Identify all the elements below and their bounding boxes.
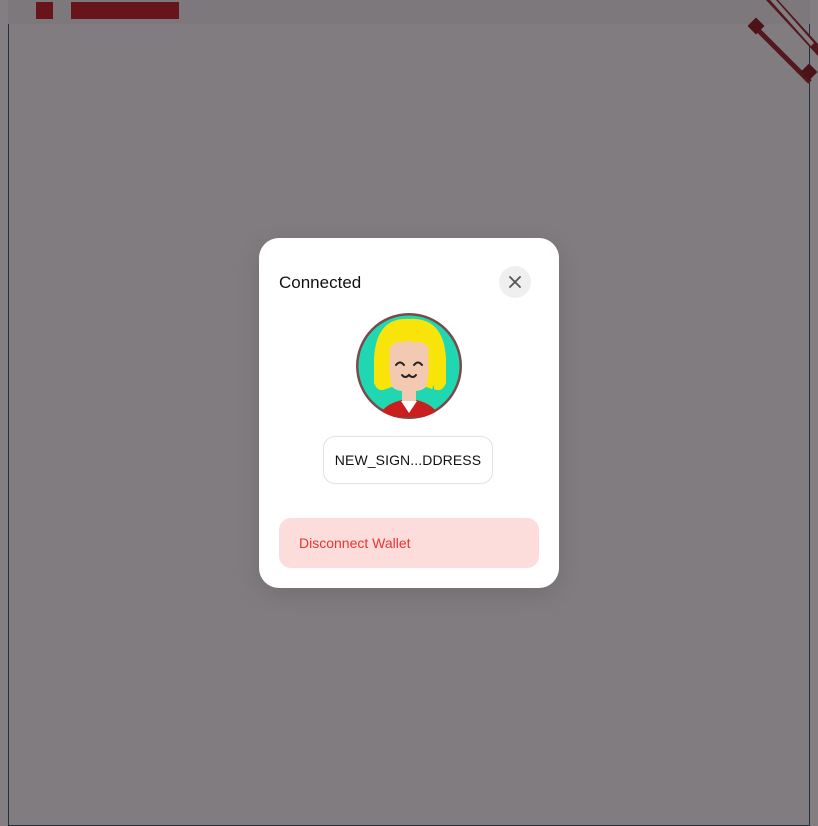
modal-title: Connected: [279, 273, 362, 292]
app-page: Connected NEW_SIGN...DDRESS Disconnect W…: [0, 0, 818, 826]
close-icon: [509, 276, 521, 288]
wallet-address-chip[interactable]: NEW_SIGN...DDRESS: [323, 436, 493, 484]
avatar: [356, 313, 462, 419]
disconnect-wallet-button[interactable]: Disconnect Wallet: [279, 518, 539, 568]
close-button[interactable]: [499, 266, 531, 298]
avatar-illustration-icon: [356, 313, 462, 419]
wallet-connected-modal: Connected NEW_SIGN...DDRESS Disconnect W…: [259, 238, 559, 588]
